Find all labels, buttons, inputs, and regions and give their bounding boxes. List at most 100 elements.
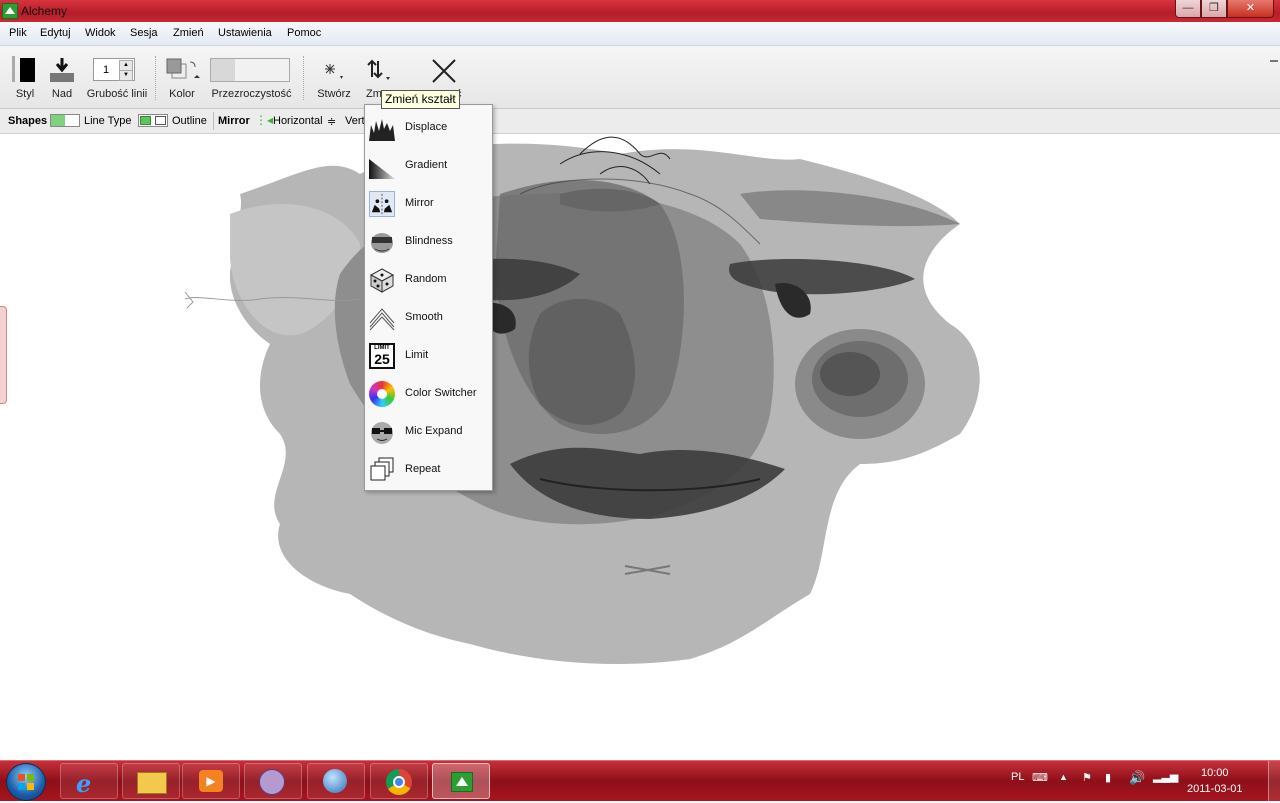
repeat-icon [370, 457, 394, 481]
title-bar: Alchemy — ❐ ✕ [0, 0, 1280, 22]
style-label: Styl [15, 88, 35, 100]
taskbar-chrome[interactable] [370, 763, 428, 799]
menu-item-label: Blindness [405, 235, 453, 247]
drawing-canvas[interactable] [0, 134, 1280, 760]
close-button[interactable]: ✕ [1227, 0, 1274, 18]
style-swatch-icon [20, 58, 35, 82]
modify-shape-dropdown: Displace Gradient Mirror Blindness Rando… [364, 104, 493, 491]
start-button[interactable] [6, 763, 46, 801]
menu-item-smooth[interactable]: Smooth [365, 299, 492, 337]
line-type-label: Line Type [84, 115, 132, 127]
modify-arrows-icon [367, 59, 390, 80]
network-signal-icon[interactable]: ▂▃▅ [1153, 770, 1178, 783]
chrome-icon [386, 769, 412, 795]
menu-item-label: Smooth [405, 311, 443, 323]
taskbar-pidgin[interactable] [244, 763, 302, 799]
horizontal-mirror-icon[interactable]: ⋮◂ [255, 113, 273, 127]
opacity-label: Przezroczystość [211, 88, 292, 100]
blindness-icon [371, 233, 393, 253]
menu-sesja[interactable]: Sesja [130, 27, 158, 39]
taskbar-explorer[interactable] [122, 763, 180, 799]
menu-edytuj[interactable]: Edytuj [40, 27, 71, 39]
create-label: Stwórz [317, 88, 351, 100]
taskbar: e ▶ PL ⌨ ▲ ⚑ ▮ 🔊 ▂▃▅ 10:00 2011-03-01 [0, 760, 1280, 801]
pidgin-icon [259, 769, 285, 795]
menu-item-label: Repeat [405, 463, 441, 475]
sparkle-icon [325, 64, 343, 79]
menu-zmien[interactable]: Zmień [173, 27, 204, 39]
menu-item-mic-expand[interactable]: Mic Expand [365, 413, 492, 451]
minimize-button[interactable]: — [1175, 0, 1201, 18]
stepper-down-icon[interactable]: ▼ [119, 70, 133, 81]
color-wheel-icon [369, 381, 395, 407]
volume-icon[interactable]: 🔊 [1129, 770, 1145, 786]
alchemy-icon [451, 772, 473, 792]
folder-icon [137, 772, 167, 794]
over-label: Nad [51, 88, 73, 100]
maximize-button[interactable]: ❐ [1201, 0, 1227, 18]
mirror-icon [369, 191, 395, 217]
globe-icon [323, 769, 347, 793]
outline-label: Outline [172, 115, 207, 127]
color-swatch-icon [166, 58, 200, 79]
gradient-icon [369, 159, 395, 179]
line-width-stepper[interactable]: 1 ▲ ▼ [93, 58, 135, 81]
menu-item-label: Color Switcher [405, 387, 477, 399]
clear-x-icon [432, 59, 456, 83]
menu-item-blindness[interactable]: Blindness [365, 223, 492, 261]
face-drawing [184, 136, 980, 664]
menu-bar: Plik Edytuj Widok Sesja Zmień Ustawienia… [0, 22, 1280, 46]
left-edge-panel [0, 306, 7, 404]
smooth-icon [369, 308, 395, 331]
line-width-value: 1 [103, 64, 110, 76]
menu-widok[interactable]: Widok [85, 27, 116, 39]
line-type-toggle[interactable] [50, 114, 80, 127]
window-title: Alchemy [21, 4, 68, 18]
taskbar-app-globe[interactable] [307, 763, 365, 799]
toolbar: Styl Nad 1 ▲ ▼ Grubość linii Kolor Przez… [0, 46, 1280, 109]
menu-pomoc[interactable]: Pomoc [287, 27, 321, 39]
menu-ustawienia[interactable]: Ustawienia [218, 27, 272, 39]
menu-item-random[interactable]: Random [365, 261, 492, 299]
dice-icon [369, 268, 395, 293]
keyboard-icon[interactable]: ⌨ [1032, 771, 1048, 784]
menu-item-color-switcher[interactable]: Color Switcher [365, 375, 492, 413]
menu-item-label: Limit [405, 349, 429, 361]
opacity-slider[interactable] [210, 58, 290, 82]
menu-item-limit[interactable]: LIMIT 25 Limit [365, 337, 492, 375]
menu-item-mirror[interactable]: Mirror [365, 185, 492, 223]
draw-over-icon [50, 58, 74, 82]
clock-time[interactable]: 10:00 [1201, 767, 1229, 779]
power-icon[interactable]: ▮ [1105, 771, 1111, 784]
menu-item-repeat[interactable]: Repeat [365, 451, 492, 489]
vertical-mirror-icon[interactable]: ≑ [327, 115, 336, 128]
taskbar-media-player[interactable]: ▶ [182, 763, 240, 799]
show-desktop-button[interactable] [1268, 761, 1280, 801]
taskbar-ie[interactable]: e [60, 763, 118, 799]
displace-icon [369, 119, 395, 141]
menu-item-label: Mic Expand [405, 425, 463, 437]
horizontal-label[interactable]: Horizontal [273, 115, 323, 127]
menu-item-label: Displace [405, 121, 448, 133]
app-icon [2, 3, 18, 19]
language-indicator[interactable]: PL [1011, 771, 1024, 783]
line-width-label: Grubość linii [86, 88, 148, 100]
vertical-label[interactable]: Vert [345, 115, 365, 127]
options-bar: Shapes Line Type Outline Mirror ⋮◂ Horiz… [0, 109, 1280, 134]
shapes-label: Shapes [8, 115, 48, 127]
show-hidden-icons-icon[interactable]: ▲ [1059, 772, 1068, 782]
clock-date[interactable]: 2011-03-01 [1187, 783, 1242, 795]
color-label: Kolor [169, 88, 195, 100]
outline-toggle[interactable] [138, 114, 168, 127]
menu-item-label: Gradient [405, 159, 448, 171]
action-center-flag-icon[interactable]: ⚑ [1082, 771, 1092, 784]
menu-plik[interactable]: Plik [9, 27, 27, 39]
ie-icon: e [76, 769, 92, 798]
menu-item-displace[interactable]: Displace [365, 109, 492, 147]
windows-logo-icon [18, 774, 34, 790]
mirror-label: Mirror [218, 115, 250, 127]
taskbar-alchemy[interactable] [432, 763, 490, 799]
menu-item-gradient[interactable]: Gradient [365, 147, 492, 185]
limit-icon: LIMIT 25 [369, 343, 395, 369]
mic-expand-icon [371, 422, 393, 444]
